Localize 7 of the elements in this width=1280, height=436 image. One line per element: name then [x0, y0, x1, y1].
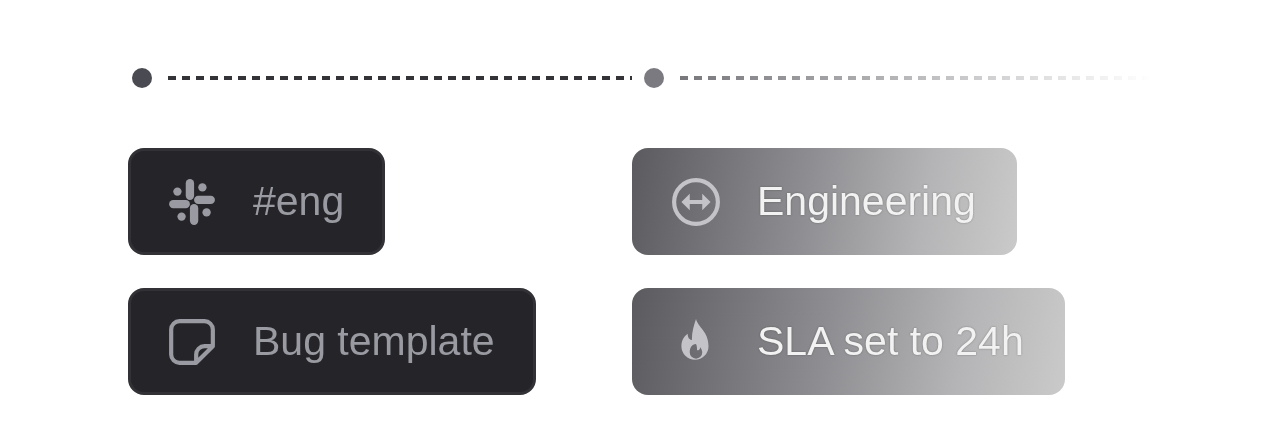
double-arrow-circle-icon: [671, 176, 721, 227]
chip-label: #eng: [253, 178, 345, 225]
chip-label: SLA set to 24h: [757, 318, 1024, 365]
chip-label: Engineering: [757, 178, 976, 225]
hash-grid-icon: [167, 176, 217, 227]
sticky-note-icon: [167, 316, 217, 367]
chip-label: Bug template: [253, 318, 495, 365]
